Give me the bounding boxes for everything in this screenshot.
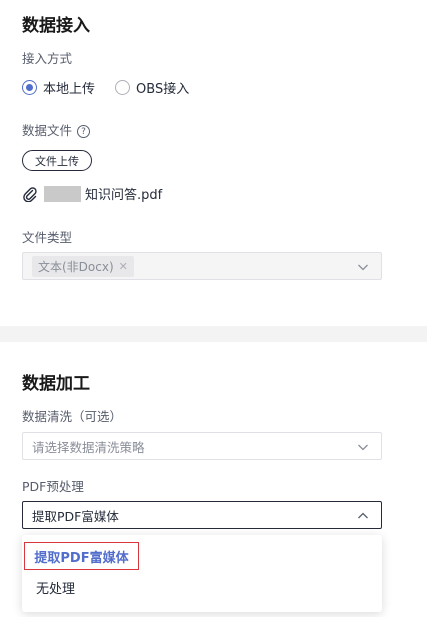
chevron-down-icon [358, 264, 368, 271]
data-file-label-row: 数据文件? [22, 120, 91, 139]
file-type-tag: 文本(非Docx) ✕ [32, 255, 134, 277]
file-upload-button[interactable]: 文件上传 [22, 150, 92, 171]
pdf-preprocess-dropdown: 提取PDF富媒体 无处理 [22, 535, 382, 612]
data-cleaning-placeholder: 请选择数据清洗策略 [32, 439, 145, 455]
data-processing-title: 数据加工 [22, 374, 90, 394]
data-cleaning-label: 数据清洗（可选） [22, 409, 123, 424]
data-file-label: 数据文件 [22, 123, 73, 138]
redacted-filename-prefix [44, 185, 81, 202]
radio-obs[interactable]: OBS接入 [115, 78, 189, 97]
dropdown-option-no-processing[interactable]: 无处理 [36, 578, 75, 597]
pdf-preprocess-value: 提取PDF富媒体 [32, 508, 119, 524]
pdf-preprocess-label: PDF预处理 [22, 479, 84, 494]
data-cleaning-select[interactable]: 请选择数据清洗策略 [22, 432, 382, 460]
radio-local-upload-label: 本地上传 [43, 82, 96, 97]
data-access-title: 数据接入 [22, 16, 90, 36]
pdf-preprocess-select[interactable]: 提取PDF富媒体 [22, 501, 382, 529]
dropdown-option-extract-pdf[interactable]: 提取PDF富媒体 [24, 542, 139, 570]
chevron-down-icon [358, 444, 368, 451]
tag-close-icon[interactable]: ✕ [119, 260, 128, 273]
radio-unchecked-icon[interactable] [115, 80, 131, 95]
file-type-label: 文件类型 [22, 230, 73, 245]
paperclip-icon [23, 186, 37, 202]
file-type-tag-label: 文本(非Docx) [38, 259, 114, 274]
uploaded-file-item: 知识问答.pdf [22, 184, 162, 203]
radio-checked-icon[interactable] [22, 80, 37, 95]
file-name: 知识问答.pdf [85, 188, 163, 203]
chevron-up-icon [358, 512, 368, 519]
radio-obs-label: OBS接入 [136, 82, 190, 97]
section-divider [0, 326, 427, 342]
access-method-radio-group: 本地上传 OBS接入 [22, 78, 209, 97]
radio-local-upload[interactable]: 本地上传 [22, 78, 95, 97]
access-method-label: 接入方式 [22, 51, 73, 66]
help-icon[interactable]: ? [77, 125, 91, 138]
file-type-select[interactable]: 文本(非Docx) ✕ [22, 252, 382, 280]
